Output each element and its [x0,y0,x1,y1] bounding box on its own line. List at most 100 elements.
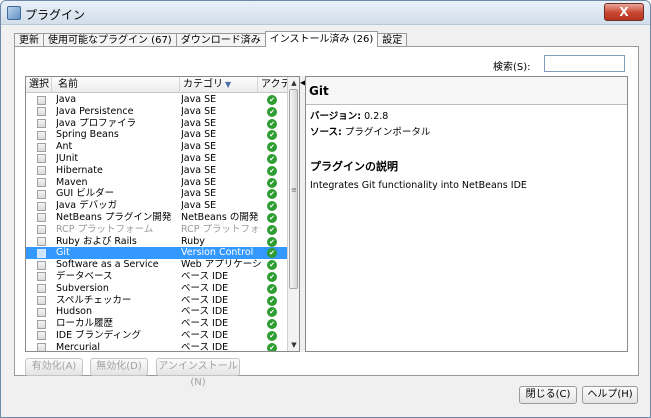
table-row[interactable]: Subversion ベース IDE ✔ [26,283,287,295]
table-row[interactable]: Hibernate Java SE ✔ [26,165,287,177]
select-checkbox[interactable] [37,130,46,140]
check-circle-icon: ✔ [267,248,277,259]
disable-button[interactable]: 無効化(D) [90,358,148,376]
search-input[interactable] [544,55,625,72]
plugin-category: Java SE [181,129,217,141]
plugin-category: ベース IDE [181,318,229,330]
plugin-name: ローカル履歴 [56,318,114,330]
window-title: プラグイン [25,8,86,22]
plugin-category: Java SE [181,152,217,164]
check-circle-icon: ✔ [267,260,277,271]
select-checkbox[interactable] [37,237,46,247]
select-checkbox[interactable] [37,284,46,294]
table-row[interactable]: Ruby および Rails Ruby ✔ [26,236,287,248]
version-value: 0.2.8 [364,111,389,122]
table-header: 選択 名前 カテゴリ▼ アクテ... [26,77,287,93]
table-row[interactable]: Ant Java SE ✔ [26,141,287,153]
select-checkbox[interactable] [37,319,46,329]
select-checkbox[interactable] [37,331,46,341]
scroll-up-icon[interactable]: ▲ [290,79,298,87]
check-circle-icon: ✔ [267,201,277,212]
select-checkbox[interactable] [37,343,46,351]
select-checkbox[interactable] [37,272,46,282]
title-bar[interactable]: プラグイン X [1,1,650,25]
table-row[interactable]: JUnit Java SE ✔ [26,153,287,165]
plugin-category: Java SE [181,105,217,117]
table-row[interactable]: Hudson ベース IDE ✔ [26,306,287,318]
select-checkbox[interactable] [37,260,46,270]
enable-button[interactable]: 有効化(A) [25,358,83,376]
table-row[interactable]: RCP プラットフォーム RCP プラットフォーム ✔ [26,224,287,236]
table-row[interactable]: スペルチェッカー ベース IDE ✔ [26,295,287,307]
table-row[interactable]: IDE ブランディング ベース IDE ✔ [26,330,287,342]
table-row[interactable]: Java プロファイラ Java SE ✔ [26,118,287,130]
table-scrollbar[interactable]: ▲ ≡ ▼ [287,77,299,351]
header-select[interactable]: 選択 [26,77,52,93]
select-checkbox[interactable] [37,154,46,164]
header-name[interactable]: 名前 [52,77,180,93]
table-row[interactable]: NetBeans プラグイン開発 NetBeans の開発 ✔ [26,212,287,224]
table-row[interactable]: Mercurial ベース IDE ✔ [26,341,287,352]
scroll-down-icon[interactable]: ▼ [290,341,298,349]
table-row[interactable]: Java デバッガ Java SE ✔ [26,200,287,212]
app-icon [7,6,21,20]
select-checkbox[interactable] [37,95,46,105]
source-value: プラグインポータル [344,127,431,138]
plugin-name: Java [56,94,77,105]
plugin-name: スペルチェッカー [56,294,132,306]
select-checkbox[interactable] [37,107,46,117]
close-window-button[interactable]: X [604,3,644,21]
select-checkbox[interactable] [37,178,46,188]
select-checkbox[interactable] [37,225,46,235]
check-circle-icon: ✔ [267,271,277,282]
plugin-name: Software as a Service [56,259,159,271]
table-row[interactable]: Software as a Service Web アプリケーション ✔ [26,259,287,271]
scrollbar-thumb[interactable]: ≡ [289,89,298,289]
plugin-category: Java SE [181,164,217,176]
select-checkbox[interactable] [37,142,46,152]
table-row[interactable]: Java Persistence Java SE ✔ [26,106,287,118]
tab-updates[interactable]: 更新 [14,33,44,47]
help-button[interactable]: ヘルプ(H) [582,386,638,404]
select-checkbox[interactable] [37,201,46,211]
plugin-name: Java Persistence [56,105,134,117]
plugin-name: Java プロファイラ [56,117,137,129]
tab-installed[interactable]: インストール済み (26) [264,31,379,47]
table-row[interactable]: Git Version Control ✔ [26,247,287,260]
select-checkbox[interactable] [37,296,46,306]
check-circle-icon: ✔ [267,342,277,351]
plugin-name: RCP プラットフォーム [56,223,154,235]
select-checkbox[interactable] [37,213,46,223]
sort-descending-icon: ▼ [225,80,232,89]
header-active[interactable]: アクテ... [258,77,287,93]
plugin-category: Java SE [181,117,217,129]
close-button[interactable]: 閉じる(C) [519,386,577,404]
plugin-category: ベース IDE [181,341,229,352]
plugin-name: Hudson [56,306,92,318]
table-row[interactable]: Maven Java SE ✔ [26,177,287,189]
tab-settings[interactable]: 設定 [377,33,408,47]
header-category[interactable]: カテゴリ ▼ [180,77,258,93]
select-checkbox[interactable] [37,248,46,258]
check-circle-icon: ✔ [267,142,277,153]
plugin-name: GUI ビルダー [56,188,115,200]
tab-available-plugins[interactable]: 使用可能なプラグイン (67) [43,33,177,47]
tab-downloaded[interactable]: ダウンロード済み [175,33,266,47]
check-circle-icon: ✔ [267,118,277,129]
select-checkbox[interactable] [37,166,46,176]
table-row[interactable]: Java Java SE ✔ [26,94,287,106]
select-checkbox[interactable] [37,189,46,199]
table-row[interactable]: Spring Beans Java SE ✔ [26,129,287,141]
version-label: バージョン: [310,111,362,122]
plugin-category: Ruby [181,235,205,247]
table-row[interactable]: データベース ベース IDE ✔ [26,271,287,283]
table-row[interactable]: ローカル履歴 ベース IDE ✔ [26,318,287,330]
select-checkbox[interactable] [37,307,46,317]
plugin-name: NetBeans プラグイン開発 [56,211,172,223]
select-checkbox[interactable] [37,119,46,129]
description-heading: プラグインの説明 [310,160,398,173]
table-row[interactable]: GUI ビルダー Java SE ✔ [26,188,287,200]
search-label: 検索(S): [493,62,531,73]
plugin-name: Ant [56,141,73,153]
uninstall-button[interactable]: アンインストール(N) [156,358,240,388]
